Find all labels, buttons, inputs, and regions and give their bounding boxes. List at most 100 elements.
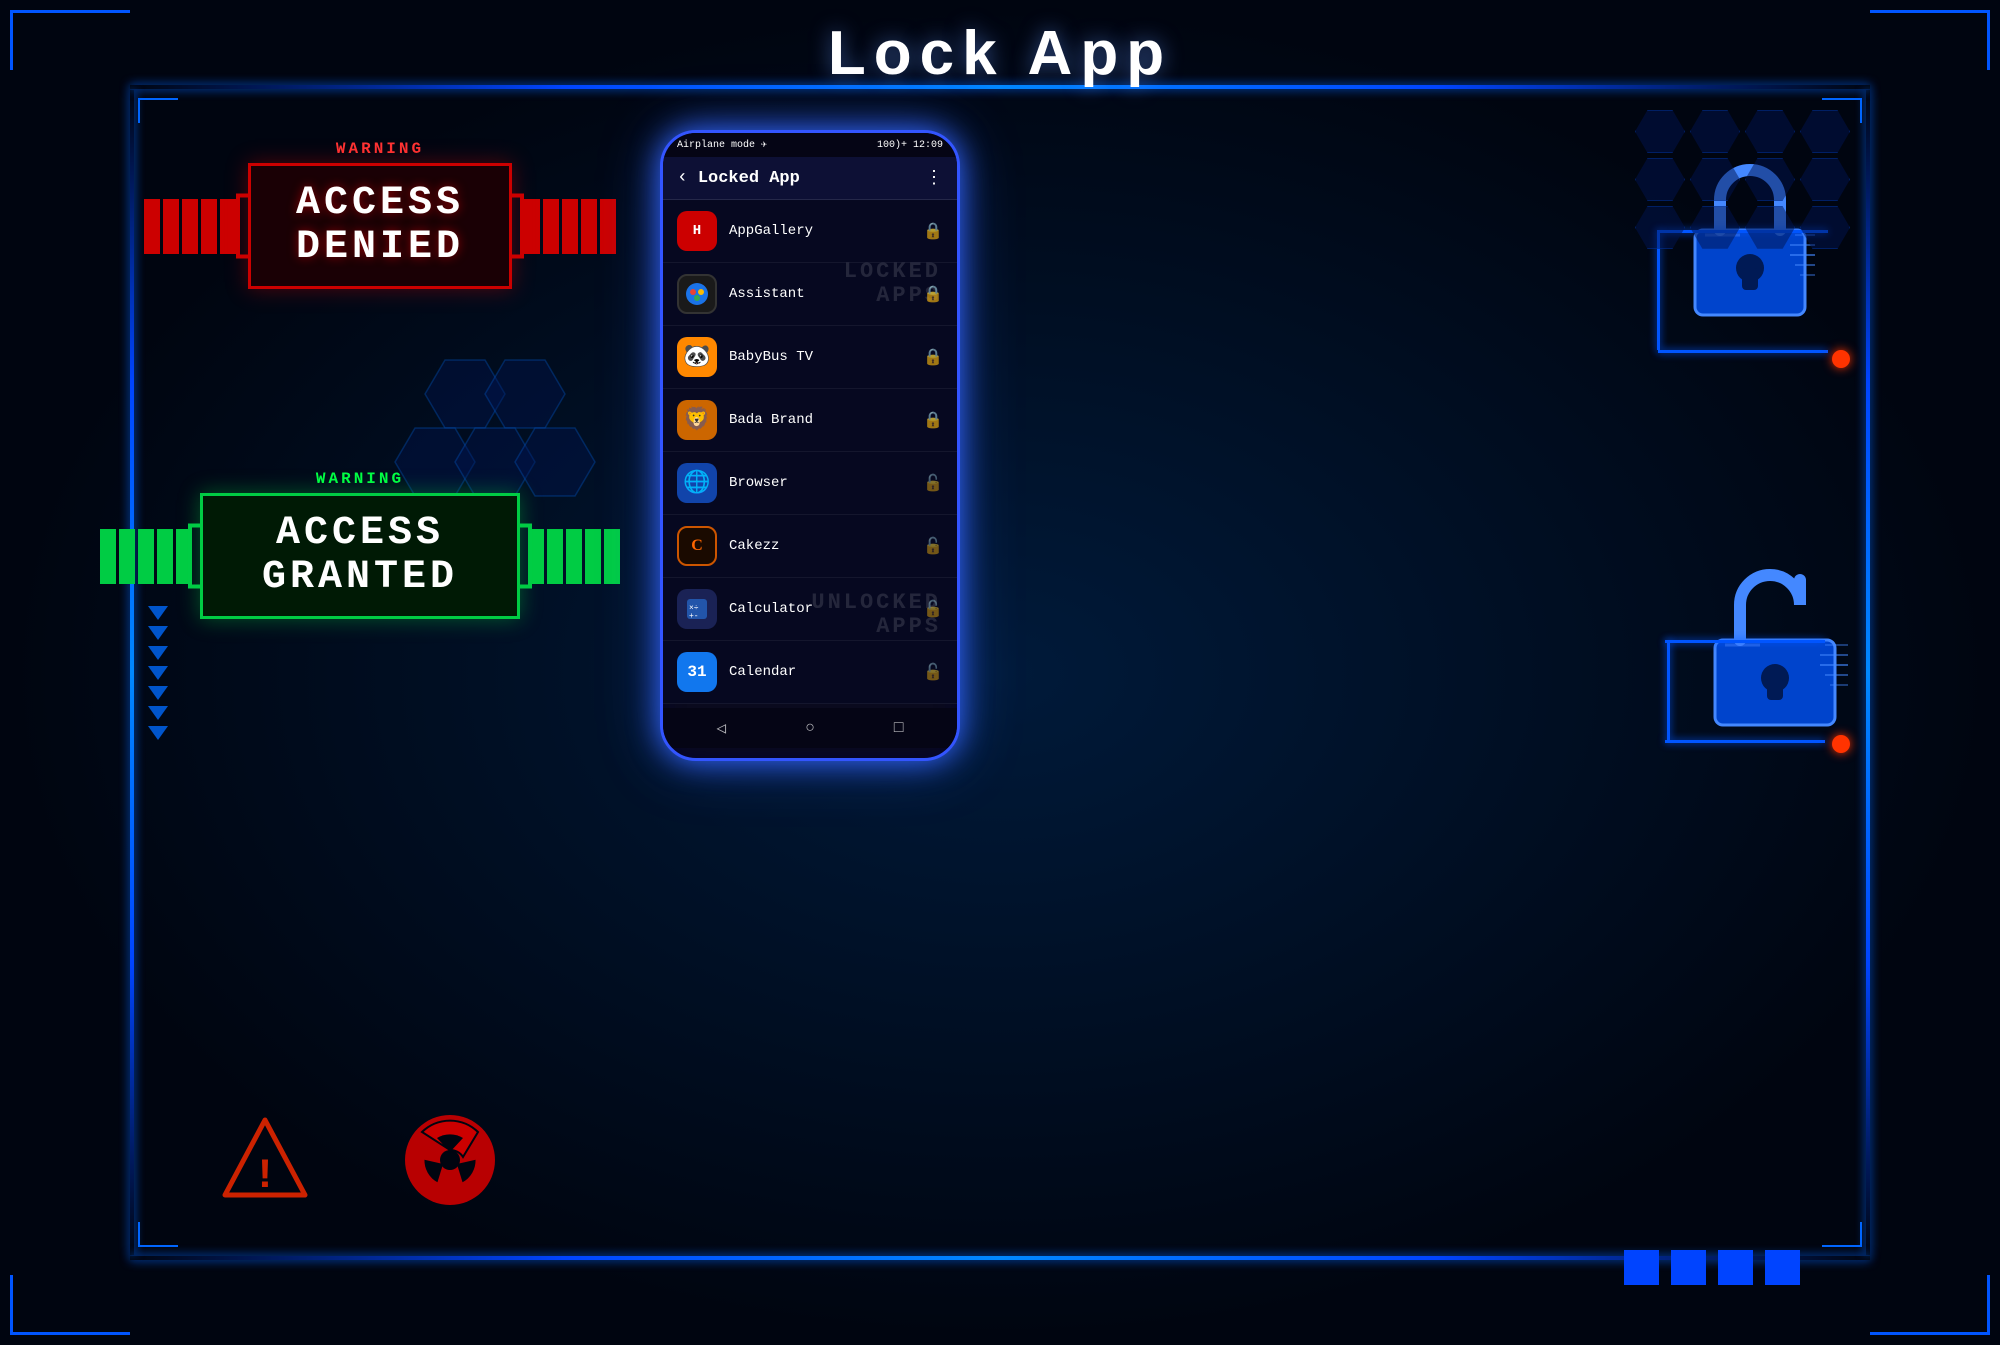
bracket-left-granted [188,524,200,589]
lock-icon-calendar[interactable]: 🔓 [923,662,943,682]
frame-bottom [130,1256,1870,1260]
list-item[interactable]: 🌐 Browser 🔓 [663,452,957,515]
app-icon-calculator: ×÷ +- [677,589,717,629]
top-stripe-svg: // Rendered via CSS below [200,62,1800,82]
green-stripe [100,529,116,584]
nav-home[interactable]: ○ [805,719,815,737]
app-name-assistant: Assistant [729,286,923,302]
app-header-title: Locked App [698,169,915,188]
app-list: H AppGallery 🔒 LOCKEDAPPS Assistant [663,200,957,704]
svg-text:+-: +- [689,612,699,621]
app-icon-appgallery: H [677,211,717,251]
hex-3 [1745,110,1795,153]
green-stripe [604,529,620,584]
left-arrows [148,606,168,740]
lock-icon-babybustv[interactable]: 🔒 [923,347,943,367]
red-stripe [600,199,616,254]
hex-2 [1690,110,1740,153]
red-stripe [220,199,236,254]
lock-icon-browser[interactable]: 🔓 [923,473,943,493]
app-name-browser: Browser [729,475,923,491]
hex-6 [1690,158,1740,201]
status-bar: Airplane mode ✈ 100)+ 12:09 [663,133,957,157]
list-item[interactable]: Assistant 🔒 [663,263,957,326]
hex-11 [1745,206,1795,249]
app-name-calendar: Calendar [729,664,923,680]
red-stripe [524,199,540,254]
arrow-4 [148,666,168,680]
access-denied-container: WARNING ACCESS DENIED [140,140,620,289]
phone-frame: Airplane mode ✈ 100)+ 12:09 ‹ Locked App… [660,130,960,761]
app-icon-assistant [677,274,717,314]
lock-icon-appgallery[interactable]: 🔒 [923,221,943,241]
sq-1 [1624,1250,1659,1285]
app-name-badabrand: Bada Brand [729,412,923,428]
red-stripe [543,199,559,254]
app-header: ‹ Locked App ⋮ [663,157,957,200]
status-time: 100)+ 12:09 [877,140,943,151]
red-stripe [163,199,179,254]
h-connector-mid [1658,350,1828,353]
list-item[interactable]: 31 Calendar 🔓 [663,641,957,704]
app-icon-browser: 🌐 [677,463,717,503]
nav-recents[interactable]: □ [894,719,904,737]
green-stripe [585,529,601,584]
hex-7 [1745,158,1795,201]
stripe-top: .stripe-top { overflow: hidden; } // Ren… [200,62,1800,82]
corner-decoration-br [1870,1275,1990,1335]
dot-red-bottom [1832,735,1850,753]
lock-icon-cakezz[interactable]: 🔓 [923,536,943,556]
lock-icon-calculator[interactable]: 🔓 [923,599,943,619]
warning-label-granted: WARNING [100,470,620,488]
hex-8 [1800,158,1850,201]
airplane-mode: Airplane mode ✈ [677,139,767,151]
more-button[interactable]: ⋮ [925,167,943,189]
app-name-calculator: Calculator [729,601,923,617]
bracket-left-denied [236,194,248,259]
access-granted-container: WARNING ACCESS GRANTED [100,470,620,619]
biohazard-icon [400,1110,500,1215]
warning-label-denied: WARNING [140,140,620,158]
inner-corner-tl [138,98,178,123]
list-item[interactable]: C Cakezz 🔓 [663,515,957,578]
h-connector-low [1665,740,1825,743]
list-item[interactable]: H AppGallery 🔒 [663,200,957,263]
green-stripe [547,529,563,584]
app-name-babybustv: BabyBus TV [729,349,923,365]
sq-4 [1765,1250,1800,1285]
list-item[interactable]: ×÷ +- Calculator 🔓 [663,578,957,641]
app-icon-calendar: 31 [677,652,717,692]
frame-right [1866,90,1870,1255]
hex-1 [1635,110,1685,153]
access-granted-text: ACCESS GRANTED [227,512,493,600]
lock-icon-assistant[interactable]: 🔒 [923,284,943,304]
list-item[interactable]: 🦁 Bada Brand 🔒 [663,389,957,452]
red-stripe [562,199,578,254]
app-icon-babybustv: 🐼 [677,337,717,377]
green-stripe [566,529,582,584]
warning-triangle: ! [220,1115,310,1205]
red-stripe [182,199,198,254]
arrow-2 [148,626,168,640]
svg-text:!: ! [252,1152,277,1200]
lock-icon-badabrand[interactable]: 🔒 [923,410,943,430]
status-left: Airplane mode ✈ [677,139,767,151]
back-button[interactable]: ‹ [677,168,688,188]
hex-10 [1690,206,1740,249]
hex-4 [1800,110,1850,153]
corner-decoration-tl [10,10,130,70]
arrow-7 [148,726,168,740]
dot-red-top [1832,350,1850,368]
list-item[interactable]: 🐼 BabyBus TV 🔒 [663,326,957,389]
bracket-right-granted [520,524,532,589]
arrow-6 [148,706,168,720]
corner-decoration-tr [1870,10,1990,70]
app-icon-badabrand: 🦁 [677,400,717,440]
red-stripe [581,199,597,254]
bottom-squares [1624,1250,1800,1285]
inner-corner-bl [138,1222,178,1247]
hex-9 [1635,206,1685,249]
nav-back[interactable]: ◁ [717,718,727,738]
hex-12 [1800,206,1850,249]
arrow-3 [148,646,168,660]
